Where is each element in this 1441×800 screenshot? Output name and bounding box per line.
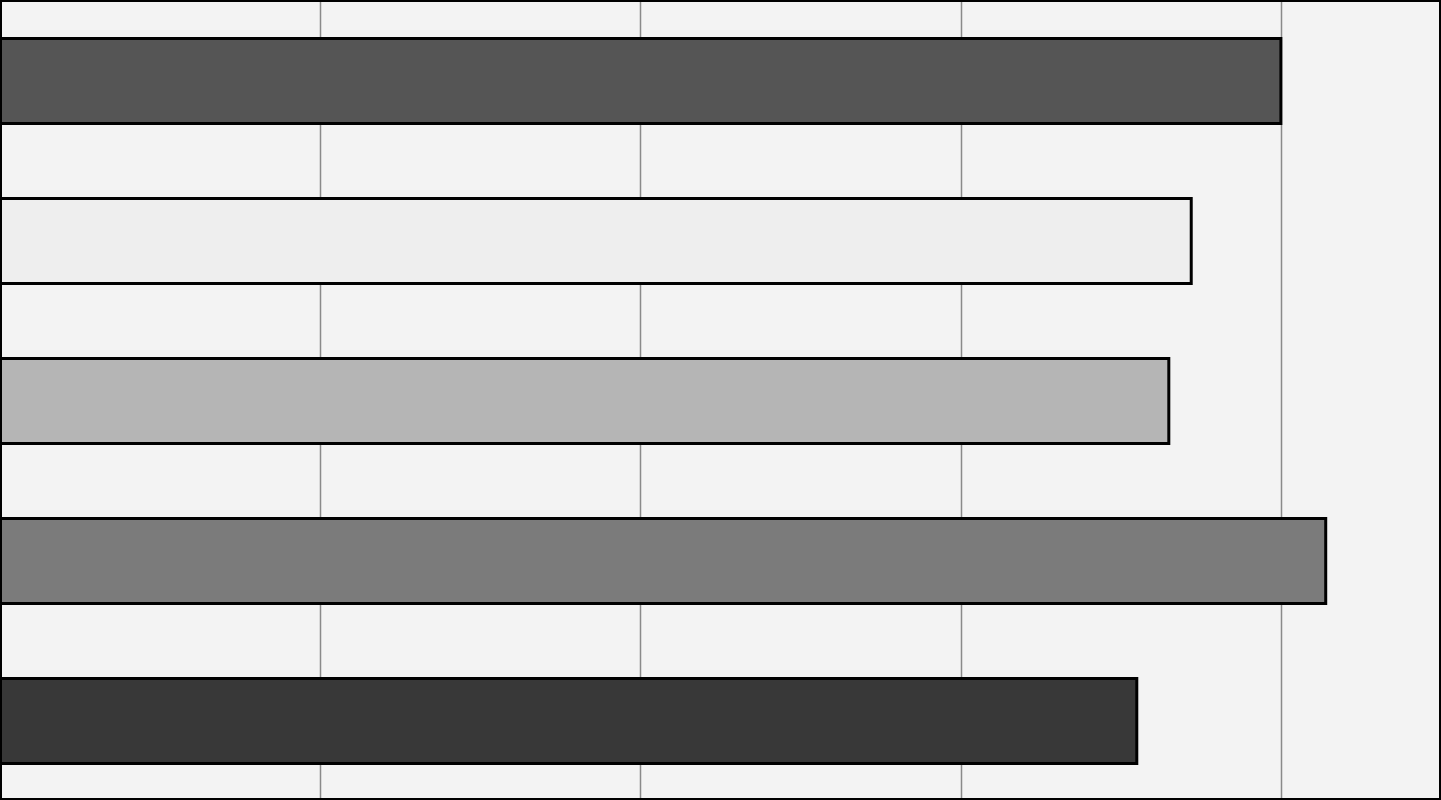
bar-5 (0, 677, 1139, 765)
bar-1 (0, 37, 1283, 125)
bar-2 (0, 197, 1193, 285)
bar-chart (0, 0, 1441, 800)
bar-4 (0, 517, 1328, 605)
bar-3 (0, 357, 1171, 445)
